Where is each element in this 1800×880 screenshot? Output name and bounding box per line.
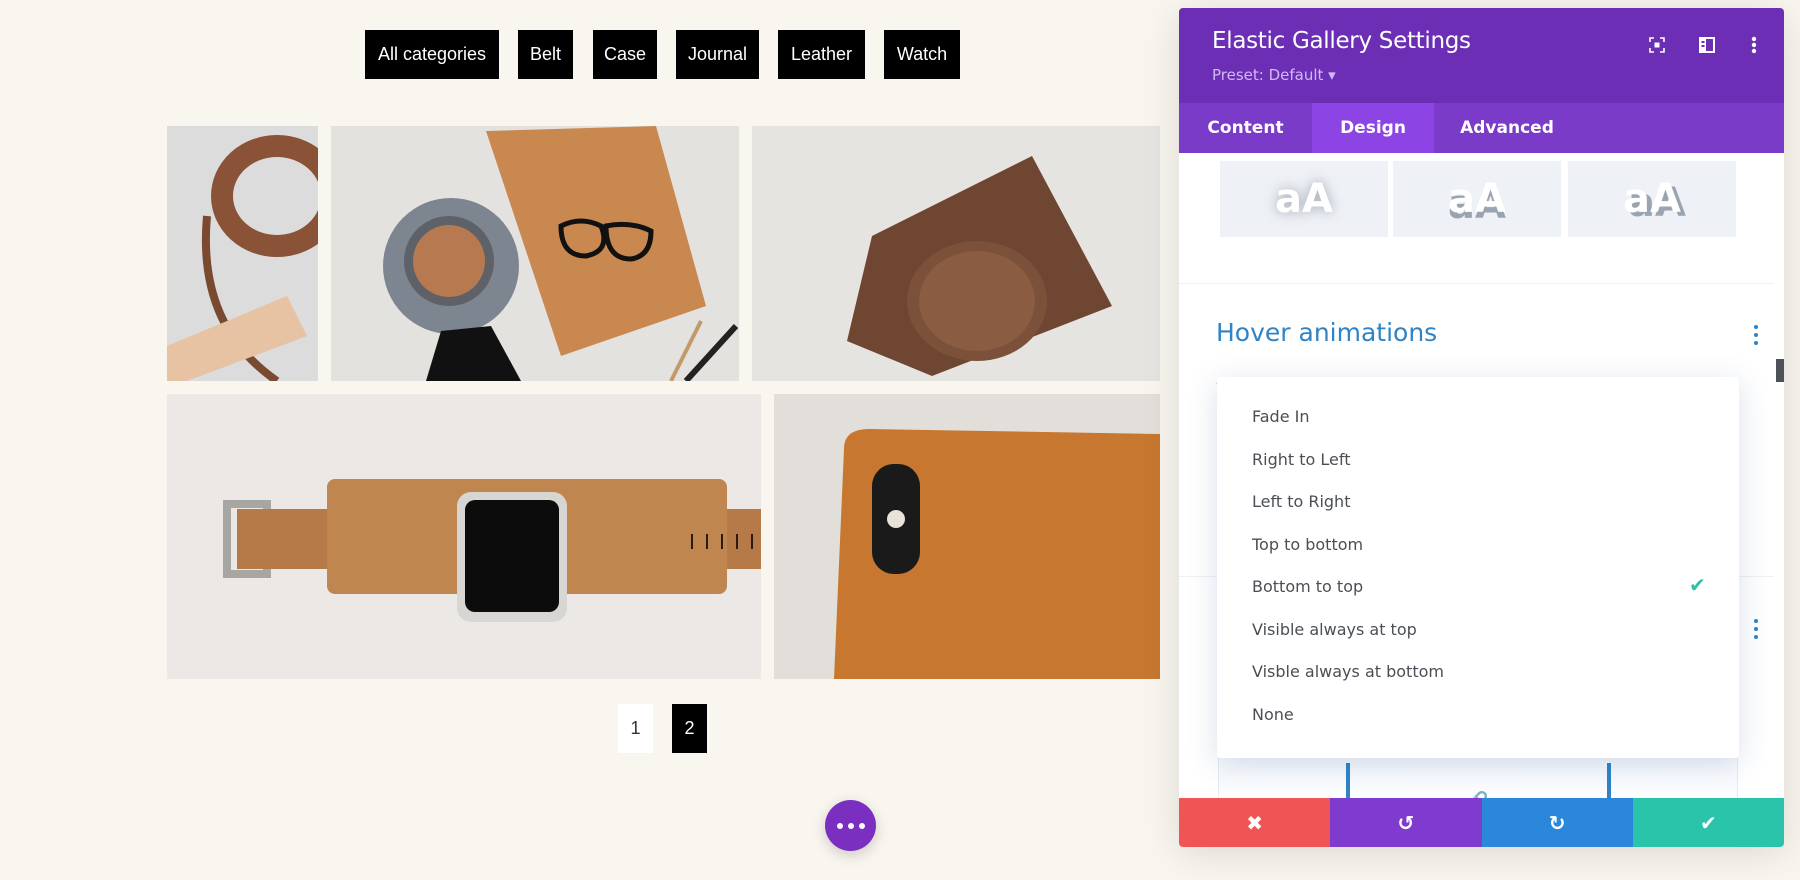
panel-body: aA aA aA Hover animations Overlay animat… [1179,153,1784,813]
option-bottom-to-top[interactable]: Bottom to top [1252,577,1363,596]
page-1-button[interactable]: 1 [618,704,653,753]
fullscreen-icon[interactable] [1646,34,1668,56]
cancel-button[interactable]: ✖ [1179,798,1331,847]
builder-options-button[interactable] [825,800,876,851]
section-divider [1179,283,1774,284]
panel-scrollbar-thumb[interactable] [1776,359,1784,382]
filter-case[interactable]: Case [593,30,657,79]
more-options-icon[interactable] [1743,34,1765,56]
dot-icon [858,822,865,829]
dot-icon [836,822,843,829]
preset-selector[interactable]: Preset: Default ▾ [1212,66,1336,84]
gallery-image-camera-case[interactable] [752,126,1160,381]
option-fade-in[interactable]: Fade In [1252,407,1309,426]
save-button[interactable]: ✔ [1632,798,1784,847]
settings-panel: Elastic Gallery Settings Preset: Default… [1179,8,1784,847]
tab-design[interactable]: Design [1312,103,1434,153]
option-none[interactable]: None [1252,705,1294,724]
close-icon: ✖ [1246,810,1263,835]
filter-belt[interactable]: Belt [518,30,573,79]
redo-icon: ↻ [1548,810,1566,835]
panel-action-bar: ✖ ↺ ↻ ✔ [1179,798,1784,847]
filter-journal[interactable]: Journal [676,30,759,79]
undo-icon: ↺ [1397,810,1415,835]
section-options-icon[interactable] [1753,325,1759,345]
gallery-image-leather-cord[interactable] [167,126,318,381]
selected-check-icon: ✔ [1689,573,1706,597]
tab-advanced[interactable]: Advanced [1434,103,1580,153]
option-visible-always-bottom[interactable]: Visble always at bottom [1252,662,1444,681]
panel-header: Elastic Gallery Settings Preset: Default… [1179,8,1784,103]
filter-watch[interactable]: Watch [884,30,960,79]
check-icon: ✔ [1699,810,1717,835]
text-shadow-preset-1[interactable]: aA [1220,161,1388,237]
overlay-animation-dropdown: Fade In Right to Left Left to Right Top … [1217,377,1739,758]
gallery-image-phone-case[interactable] [774,394,1160,679]
redo-button[interactable]: ↻ [1481,798,1633,847]
tab-content[interactable]: Content [1179,103,1312,153]
sidebar-layout-icon[interactable] [1696,34,1718,56]
text-shadow-preset-3[interactable]: aA [1568,161,1736,237]
gallery-image-watch-band[interactable] [167,394,761,679]
text-shadow-preset-2[interactable]: aA [1393,161,1561,237]
option-visible-always-top[interactable]: Visible always at top [1252,620,1417,639]
hover-animations-title[interactable]: Hover animations [1216,318,1437,347]
option-right-to-left[interactable]: Right to Left [1252,450,1350,469]
section-options-icon[interactable] [1753,619,1759,639]
dot-icon [847,822,854,829]
page-2-button[interactable]: 2 [672,704,707,753]
filter-all-categories[interactable]: All categories [365,30,499,79]
filter-leather[interactable]: Leather [778,30,865,79]
gallery-image-journal-coffee[interactable] [331,126,739,381]
option-left-to-right[interactable]: Left to Right [1252,492,1350,511]
panel-tabs: Content Design Advanced [1179,103,1784,153]
panel-title: Elastic Gallery Settings [1212,28,1471,54]
undo-button[interactable]: ↺ [1330,798,1482,847]
option-top-to-bottom[interactable]: Top to bottom [1252,535,1363,554]
